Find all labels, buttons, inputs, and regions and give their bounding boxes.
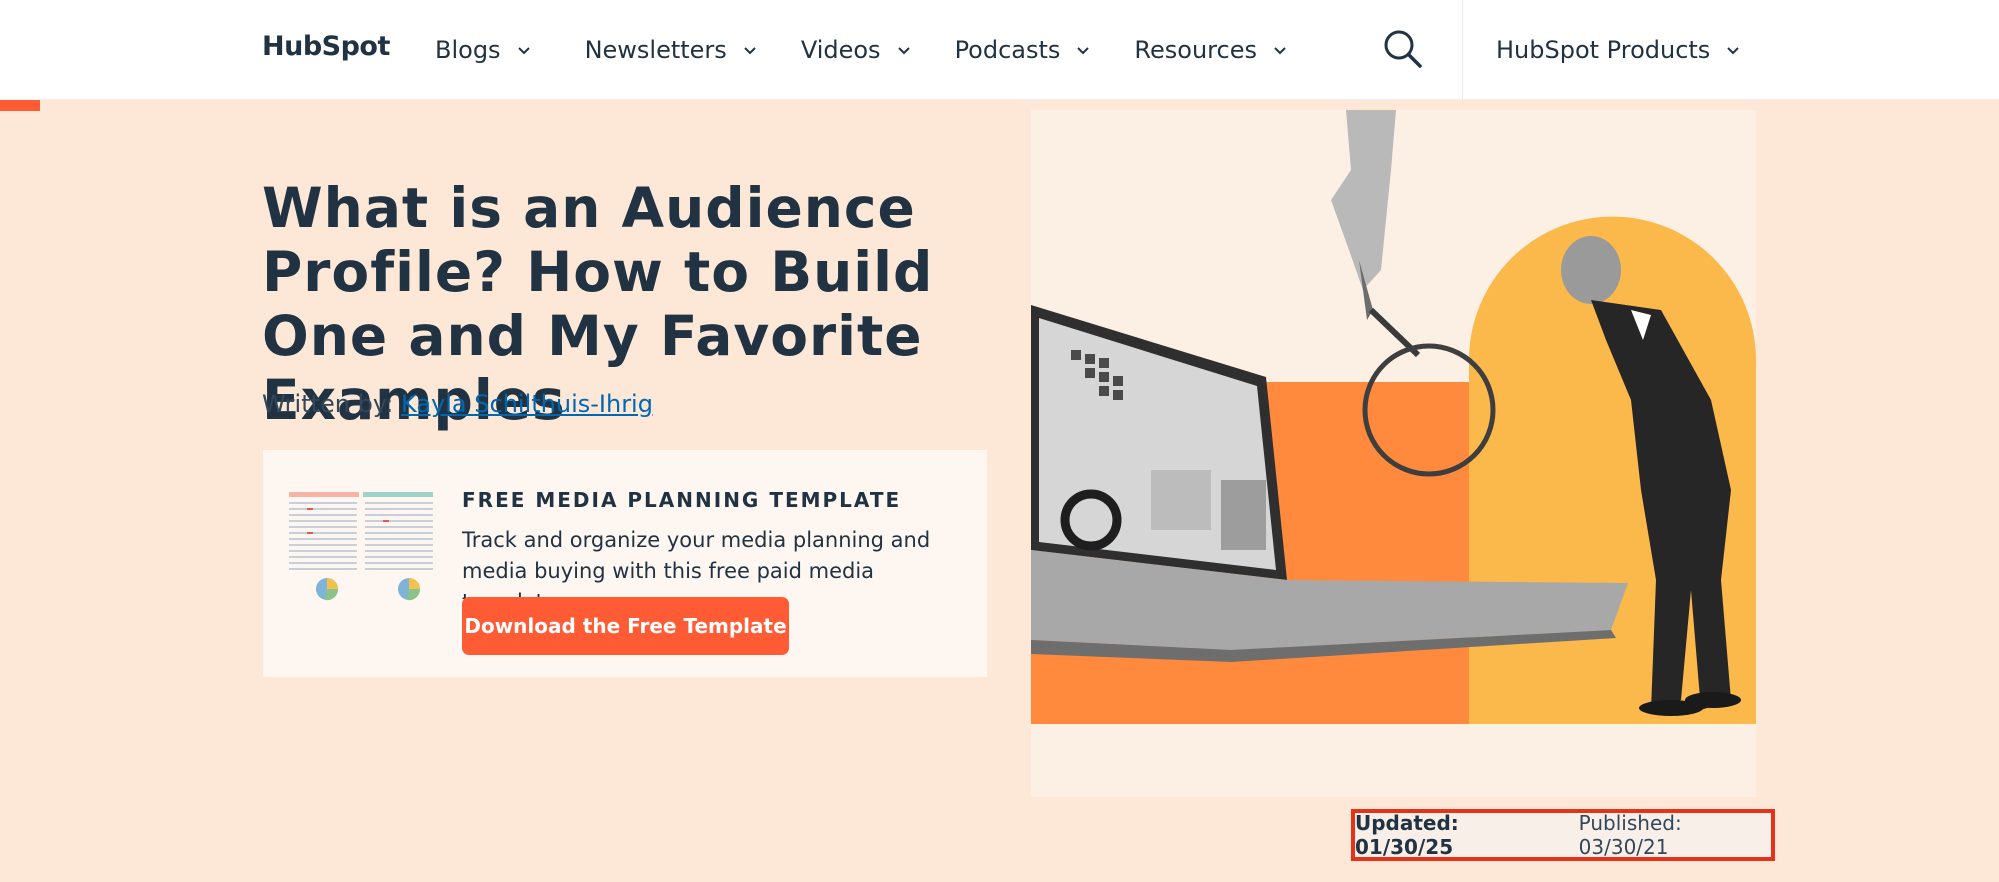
byline: Written by: Kayla Schilthuis-Ihrig bbox=[262, 390, 653, 418]
main-nav: Blogs Newsletters Videos Podcasts Resour… bbox=[435, 0, 1289, 100]
chevron-down-icon bbox=[744, 47, 756, 55]
updated-date: Updated: 01/30/25 bbox=[1355, 811, 1459, 859]
header-divider bbox=[1462, 0, 1463, 100]
article-dates-highlight: Updated: 01/30/25 Published: 03/30/21 bbox=[1351, 809, 1775, 861]
nav-item-blogs[interactable]: Blogs bbox=[435, 36, 533, 64]
reading-progress-bar bbox=[0, 100, 40, 111]
nav-item-podcasts[interactable]: Podcasts bbox=[955, 36, 1093, 64]
hubspot-logo[interactable]: HubSpot bbox=[262, 26, 390, 66]
nav-label: Videos bbox=[800, 36, 881, 64]
logo-text: HubSpot bbox=[262, 30, 390, 62]
chevron-down-icon bbox=[1274, 47, 1286, 55]
products-label: HubSpot Products bbox=[1496, 36, 1711, 64]
nav-item-resources[interactable]: Resources bbox=[1134, 36, 1289, 64]
chevron-down-icon bbox=[517, 47, 530, 55]
spreadsheet-thumbnail-image bbox=[287, 488, 435, 608]
published-date: Published: 03/30/21 bbox=[1578, 811, 1682, 859]
template-offer-card: FREE MEDIA PLANNING TEMPLATE Track and o… bbox=[263, 450, 987, 677]
nav-label: Resources bbox=[1134, 36, 1257, 64]
nav-label: Blogs bbox=[435, 36, 501, 64]
author-link[interactable]: Kayla Schilthuis-Ihrig bbox=[401, 390, 653, 418]
search-icon[interactable] bbox=[1380, 26, 1426, 72]
nav-label: Podcasts bbox=[954, 36, 1061, 64]
nav-item-newsletters[interactable]: Newsletters bbox=[585, 36, 759, 64]
offer-kicker: FREE MEDIA PLANNING TEMPLATE bbox=[462, 488, 902, 512]
download-template-button[interactable]: Download the Free Template bbox=[462, 597, 789, 655]
nav-label: Newsletters bbox=[584, 36, 727, 64]
nav-item-videos[interactable]: Videos bbox=[801, 36, 913, 64]
chevron-down-icon bbox=[1727, 47, 1740, 55]
site-header: HubSpot Blogs Newsletters Videos Podcast… bbox=[0, 0, 1999, 100]
byline-prefix: Written by: bbox=[262, 390, 394, 418]
hero-illustration-image bbox=[1031, 110, 1756, 797]
hubspot-products-menu[interactable]: HubSpot Products bbox=[1496, 0, 1742, 100]
chevron-down-icon bbox=[897, 47, 910, 55]
chevron-down-icon bbox=[1077, 47, 1090, 55]
